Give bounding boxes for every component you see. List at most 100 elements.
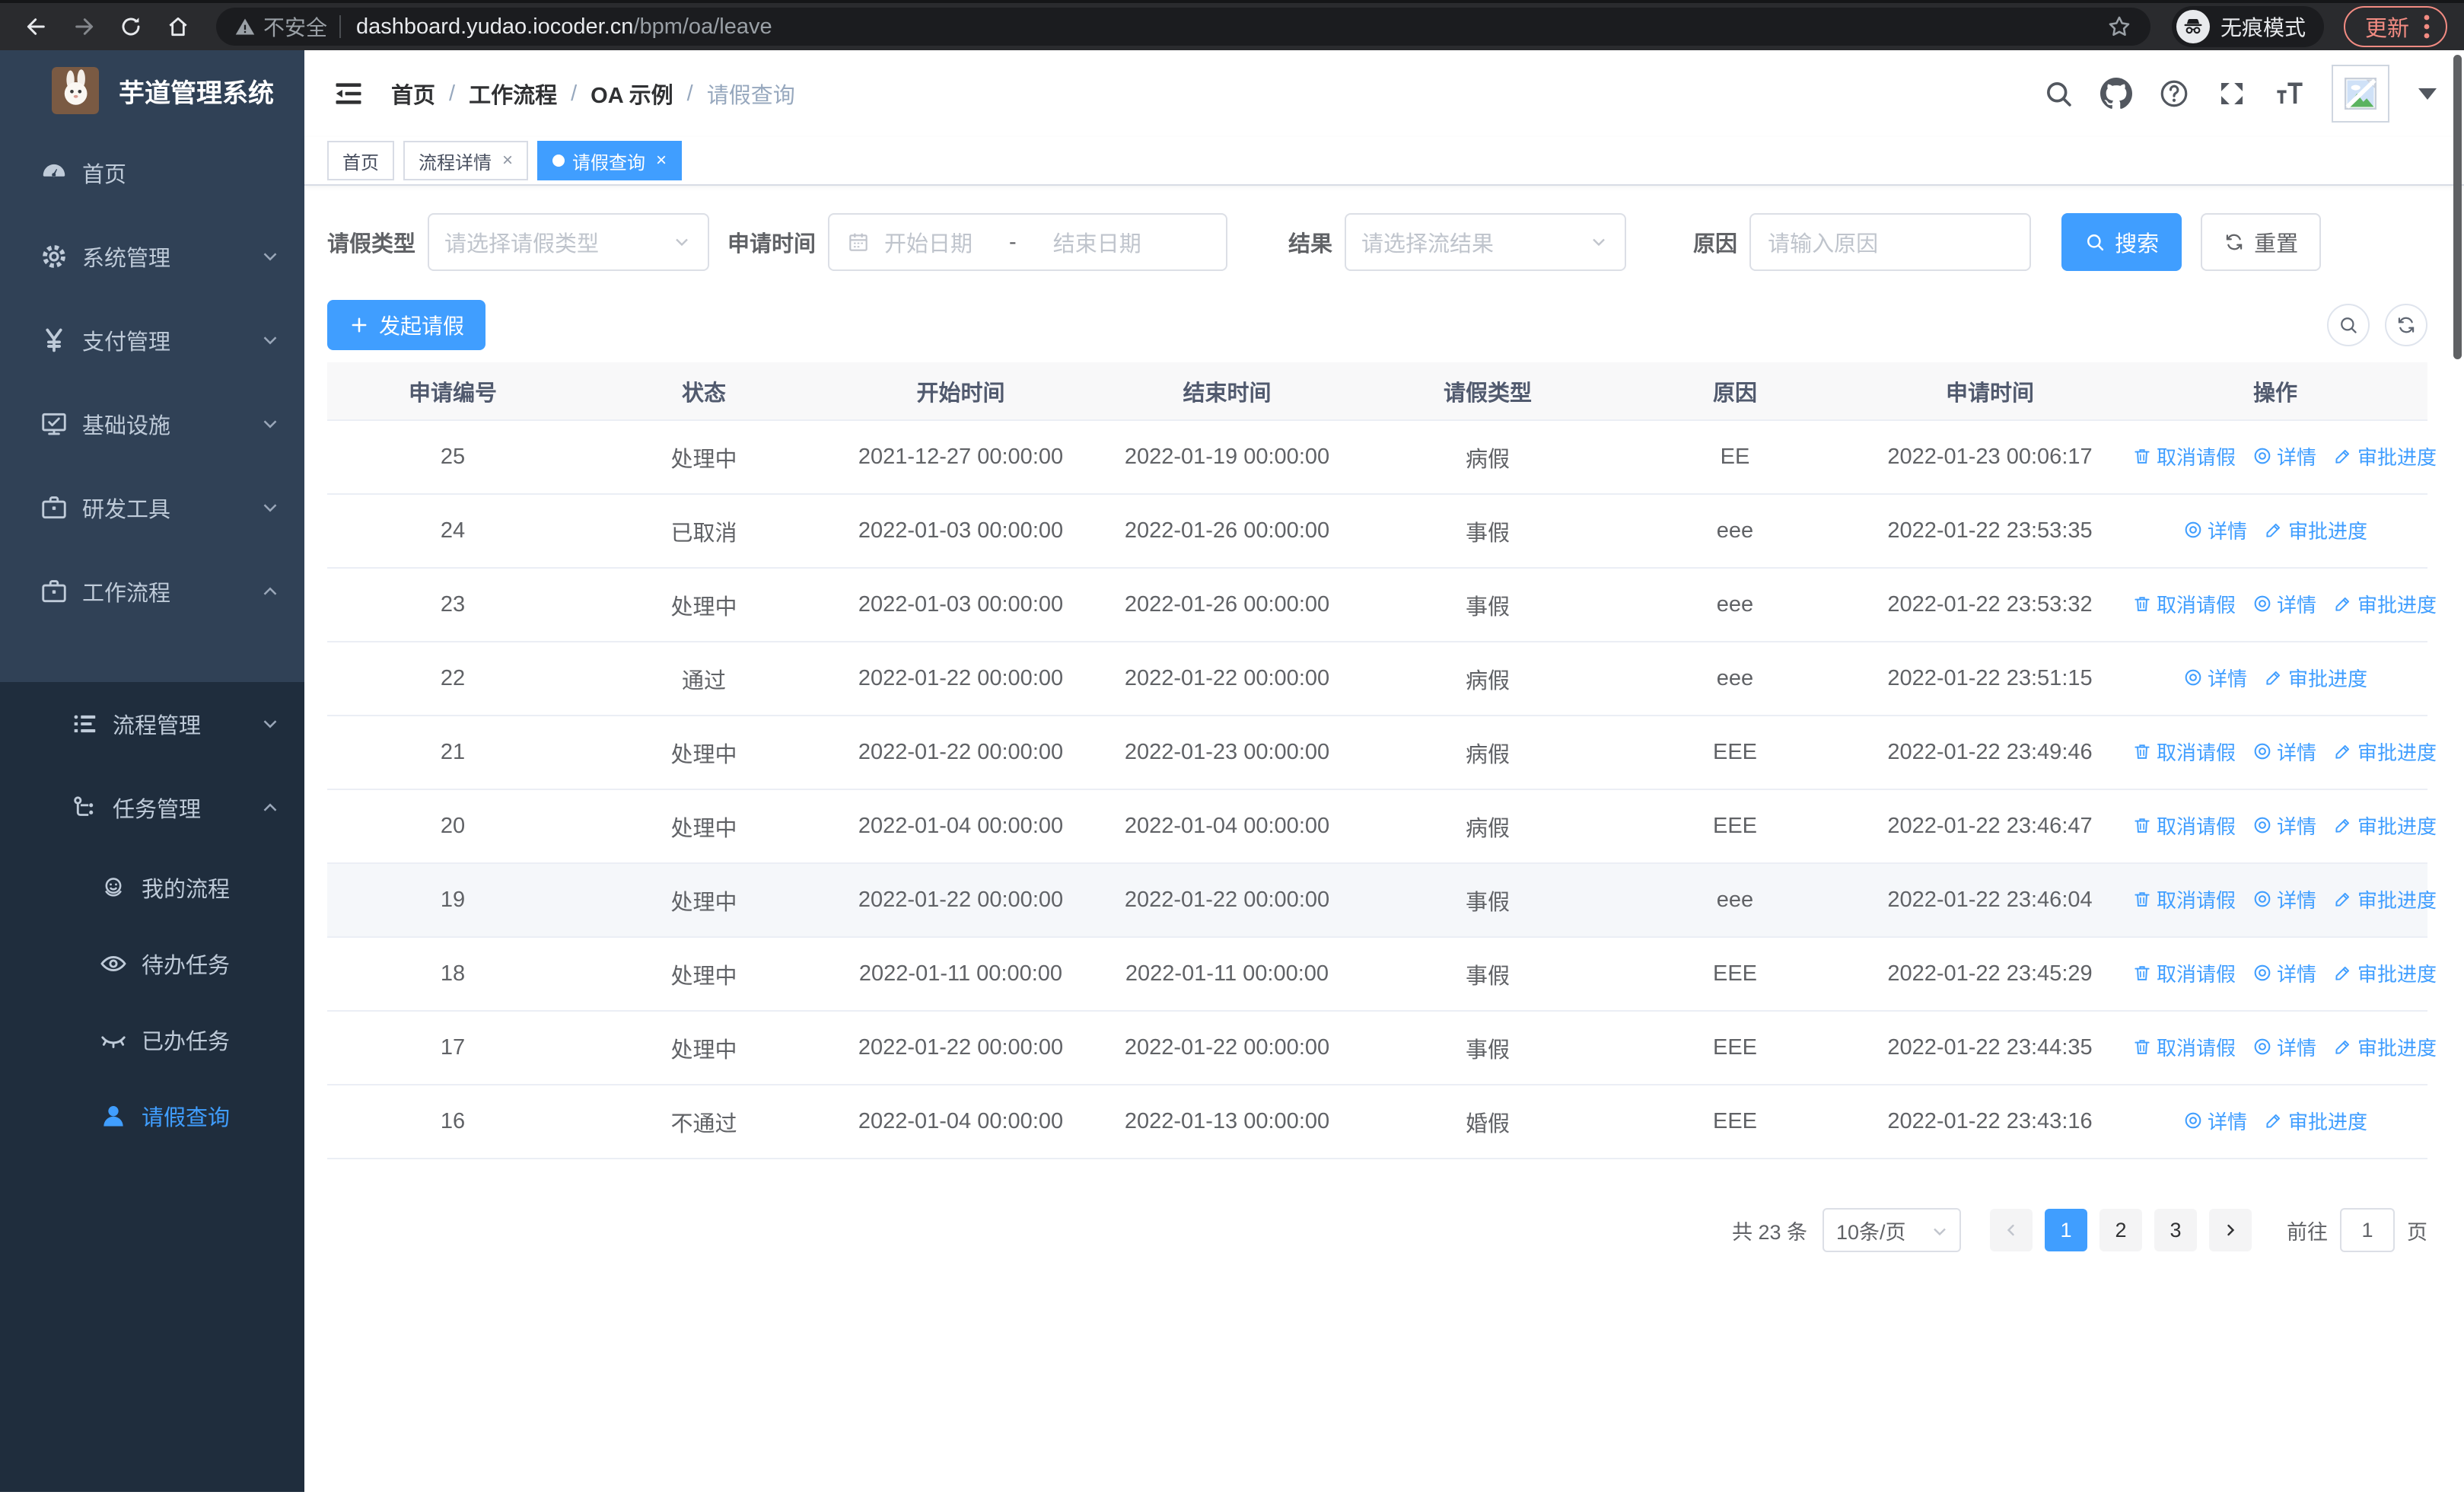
reset-button[interactable]: 重置 xyxy=(2201,213,2322,271)
font-size-icon[interactable] xyxy=(2274,78,2306,110)
action-view-detail[interactable]: 详情 xyxy=(2252,1033,2316,1061)
sidebar-item-home[interactable]: 首页 xyxy=(0,131,304,215)
action-label: 取消请假 xyxy=(2157,962,2236,986)
action-cancel-leave[interactable]: 取消请假 xyxy=(2132,1033,2236,1061)
goto-page-input[interactable] xyxy=(2340,1208,2395,1252)
tab-home[interactable]: 首页 xyxy=(327,141,394,180)
action-cancel-leave[interactable]: 取消请假 xyxy=(2132,885,2236,913)
security-label[interactable]: 不安全 xyxy=(263,11,327,42)
action-approval-progress[interactable]: 审批进度 xyxy=(2333,811,2437,840)
fullscreen-icon[interactable] xyxy=(2216,78,2248,110)
tab-leave-query[interactable]: 请假查询 × xyxy=(537,141,683,180)
action-view-detail[interactable]: 详情 xyxy=(2183,1107,2247,1135)
action-view-detail[interactable]: 详情 xyxy=(2252,811,2316,840)
table-row: 20 处理中 2022-01-04 00:00:00 2022-01-04 00:00… xyxy=(327,789,2437,864)
action-approval-progress[interactable]: 审批进度 xyxy=(2333,885,2437,913)
action-approval-progress[interactable]: 审批进度 xyxy=(2333,442,2437,470)
column-header: 原因 xyxy=(1613,362,1857,421)
search-button[interactable]: 搜索 xyxy=(2061,213,2182,271)
page-scrollbar[interactable] xyxy=(2453,55,2462,359)
breadcrumb-item[interactable]: 工作流程 xyxy=(469,78,557,110)
browser-reload-button[interactable] xyxy=(111,7,151,46)
action-label: 审批进度 xyxy=(2357,593,2437,617)
avatar-dropdown-caret-icon[interactable] xyxy=(2418,88,2437,100)
action-label: 审批进度 xyxy=(2288,519,2368,543)
action-label: 审批进度 xyxy=(2357,445,2437,469)
breadcrumb-item[interactable]: OA 示例 xyxy=(591,78,673,110)
page-button-2[interactable]: 2 xyxy=(2099,1209,2142,1251)
page-size-select[interactable]: 10条/页 xyxy=(1823,1208,1961,1252)
browser-update-button[interactable]: 更新 xyxy=(2343,6,2447,47)
show-search-toggle-button[interactable] xyxy=(2327,304,2370,346)
cell-end: 2022-01-26 00:00:00 xyxy=(1092,494,1362,569)
cell-end: 2022-01-04 00:00:00 xyxy=(1092,789,1362,864)
next-page-button[interactable] xyxy=(2209,1209,2252,1251)
apply-time-range-picker[interactable]: 开始日期 - 结束日期 xyxy=(828,213,1228,271)
action-cancel-leave[interactable]: 取消请假 xyxy=(2132,590,2236,618)
user-avatar[interactable] xyxy=(2332,65,2389,123)
breadcrumb-item[interactable]: 首页 xyxy=(391,78,435,110)
action-cancel-leave[interactable]: 取消请假 xyxy=(2132,959,2236,987)
action-approval-progress[interactable]: 审批进度 xyxy=(2264,516,2367,544)
action-approval-progress[interactable]: 审批进度 xyxy=(2333,738,2437,766)
action-view-detail[interactable]: 详情 xyxy=(2252,442,2316,470)
chevron-down-icon xyxy=(259,245,282,268)
action-approval-progress[interactable]: 审批进度 xyxy=(2264,1107,2367,1135)
create-leave-button[interactable]: 发起请假 xyxy=(327,300,486,350)
sidebar-item-process-mgmt[interactable]: 流程管理 xyxy=(0,682,304,766)
action-cancel-leave[interactable]: 取消请假 xyxy=(2132,738,2236,766)
sidebar-item-system-mgmt[interactable]: 系统管理 xyxy=(0,215,304,298)
sidebar-item-done-tasks[interactable]: 已办任务 xyxy=(0,1002,304,1078)
action-view-detail[interactable]: 详情 xyxy=(2252,738,2316,766)
action-approval-progress[interactable]: 审批进度 xyxy=(2333,1033,2437,1061)
tab-process-detail[interactable]: 流程详情 × xyxy=(403,141,529,180)
browser-menu-icon[interactable] xyxy=(2423,14,2431,40)
cell-start: 2022-01-22 00:00:00 xyxy=(829,716,1092,790)
reason-input[interactable]: 请输入原因 xyxy=(1749,213,2032,271)
cell-applied: 2022-01-22 23:53:32 xyxy=(1857,568,2123,642)
action-approval-progress[interactable]: 审批进度 xyxy=(2333,959,2437,987)
breadcrumb-separator: / xyxy=(686,81,693,106)
sidebar-item-todo-tasks[interactable]: 待办任务 xyxy=(0,926,304,1002)
close-icon[interactable]: × xyxy=(502,150,513,171)
action-view-detail[interactable]: 详情 xyxy=(2252,959,2316,987)
action-view-detail[interactable]: 详情 xyxy=(2183,664,2247,692)
bookmark-star-icon[interactable] xyxy=(2106,14,2132,40)
cell-status: 已取消 xyxy=(578,494,829,569)
action-view-detail[interactable]: 详情 xyxy=(2252,885,2316,913)
action-approval-progress[interactable]: 审批进度 xyxy=(2264,664,2367,692)
sidebar-collapse-icon[interactable] xyxy=(332,77,365,110)
sidebar-item-payment-mgmt[interactable]: 支付管理 xyxy=(0,298,304,382)
leave-type-select[interactable]: 请选择请假类型 xyxy=(428,213,710,271)
trash-icon xyxy=(2132,741,2152,761)
sidebar-item-task-mgmt[interactable]: 任务管理 xyxy=(0,766,304,850)
help-icon[interactable] xyxy=(2158,78,2190,110)
github-icon[interactable] xyxy=(2100,78,2132,110)
result-select[interactable]: 请选择流结果 xyxy=(1345,213,1627,271)
sidebar-item-infrastructure[interactable]: 基础设施 xyxy=(0,382,304,466)
close-icon[interactable]: × xyxy=(656,150,667,171)
action-cancel-leave[interactable]: 取消请假 xyxy=(2132,811,2236,840)
browser-forward-button[interactable] xyxy=(64,7,103,46)
sidebar-item-leave-query[interactable]: 请假查询 xyxy=(0,1078,304,1154)
sidebar-item-workflow[interactable]: 工作流程 xyxy=(0,550,304,633)
action-approval-progress[interactable]: 审批进度 xyxy=(2333,590,2437,618)
address-bar[interactable]: 不安全 dashboard.yudao.iocoder.cn/bpm/oa/le… xyxy=(216,8,2150,46)
action-view-detail[interactable]: 详情 xyxy=(2183,516,2247,544)
action-cancel-leave[interactable]: 取消请假 xyxy=(2132,442,2236,470)
browser-home-button[interactable] xyxy=(158,7,198,46)
search-icon[interactable] xyxy=(2042,78,2074,110)
action-view-detail[interactable]: 详情 xyxy=(2252,590,2316,618)
sidebar-item-label: 任务管理 xyxy=(113,798,202,822)
page-button-3[interactable]: 3 xyxy=(2154,1209,2197,1251)
date-start-placeholder[interactable]: 开始日期 xyxy=(884,226,973,258)
date-end-placeholder[interactable]: 结束日期 xyxy=(1053,226,1141,258)
prev-page-button[interactable] xyxy=(1990,1209,2033,1251)
browser-back-button[interactable] xyxy=(17,7,56,46)
action-label: 审批进度 xyxy=(2357,962,2437,986)
page-button-1[interactable]: 1 xyxy=(2045,1209,2087,1251)
refresh-table-button[interactable] xyxy=(2385,304,2427,346)
app-logo-row[interactable]: 芋道管理系统 xyxy=(0,50,304,131)
sidebar-item-dev-tools[interactable]: 研发工具 xyxy=(0,466,304,550)
sidebar-item-my-process[interactable]: 我的流程 xyxy=(0,850,304,926)
